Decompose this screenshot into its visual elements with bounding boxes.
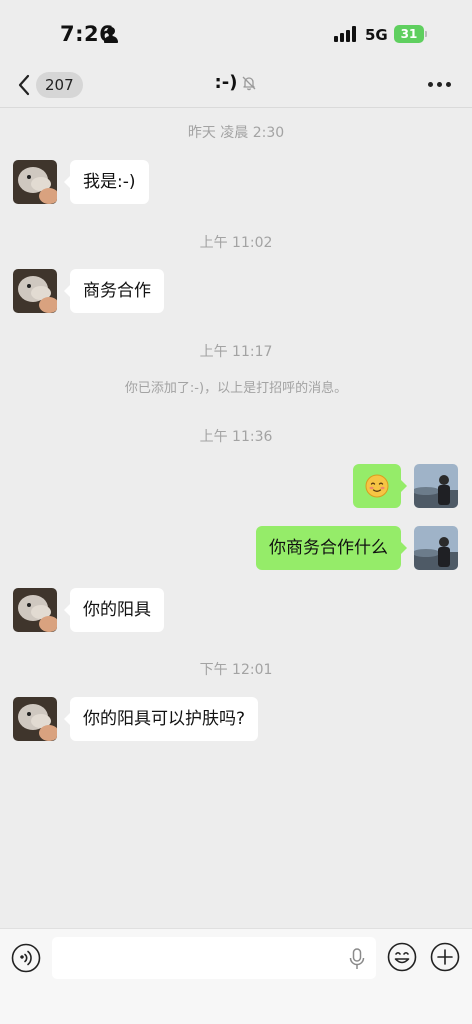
self-avatar[interactable] — [414, 526, 458, 570]
system-message: 你已添加了:-)，以上是打招呼的消息。 — [124, 381, 348, 396]
contact-avatar[interactable] — [13, 588, 57, 632]
timestamp: 上午 11:02 — [199, 235, 273, 251]
timestamp: 昨天 凌晨 2:30 — [187, 125, 285, 141]
status-bar: 7:26 5G 31 — [0, 0, 472, 64]
chat-area[interactable]: 昨天 凌晨 2:30 我是:-) 上午 11:02 商务合作 上午 11:17 … — [0, 108, 472, 928]
outgoing-message[interactable]: 你商务合作什么 — [256, 526, 407, 570]
person-icon — [104, 27, 118, 43]
contact-avatar[interactable] — [13, 697, 57, 741]
contact-avatar[interactable] — [13, 269, 57, 313]
battery-nub — [425, 31, 427, 37]
input-bar — [0, 928, 472, 1024]
timestamp: 上午 11:17 — [199, 344, 273, 360]
emoji-icon[interactable] — [387, 942, 417, 972]
incoming-message[interactable]: 你的阳具可以护肤吗? — [63, 697, 259, 741]
incoming-message[interactable]: 我是:-) — [64, 160, 149, 204]
outgoing-emoji-message[interactable] — [353, 464, 407, 508]
plus-icon[interactable] — [430, 942, 460, 972]
network-type: 5G — [365, 26, 388, 44]
self-avatar[interactable] — [414, 464, 458, 508]
mic-icon[interactable] — [349, 948, 365, 970]
nav-bar: 207 :-) — [0, 64, 472, 108]
blush-emoji — [365, 474, 389, 498]
more-dots-icon[interactable] — [428, 80, 454, 90]
timestamp: 上午 11:36 — [199, 429, 273, 445]
chat-title: :-) — [214, 72, 238, 93]
voice-icon[interactable] — [11, 943, 41, 973]
incoming-message[interactable]: 你的阳具 — [64, 588, 164, 632]
chat-title-wrap: :-) — [0, 72, 472, 93]
battery-icon: 31 — [394, 25, 424, 43]
incoming-message[interactable]: 商务合作 — [64, 269, 164, 313]
timestamp: 下午 12:01 — [199, 662, 273, 678]
mute-bell-icon — [242, 76, 256, 90]
message-input[interactable] — [52, 937, 376, 979]
signal-icon — [334, 26, 358, 42]
contact-avatar[interactable] — [13, 160, 57, 204]
